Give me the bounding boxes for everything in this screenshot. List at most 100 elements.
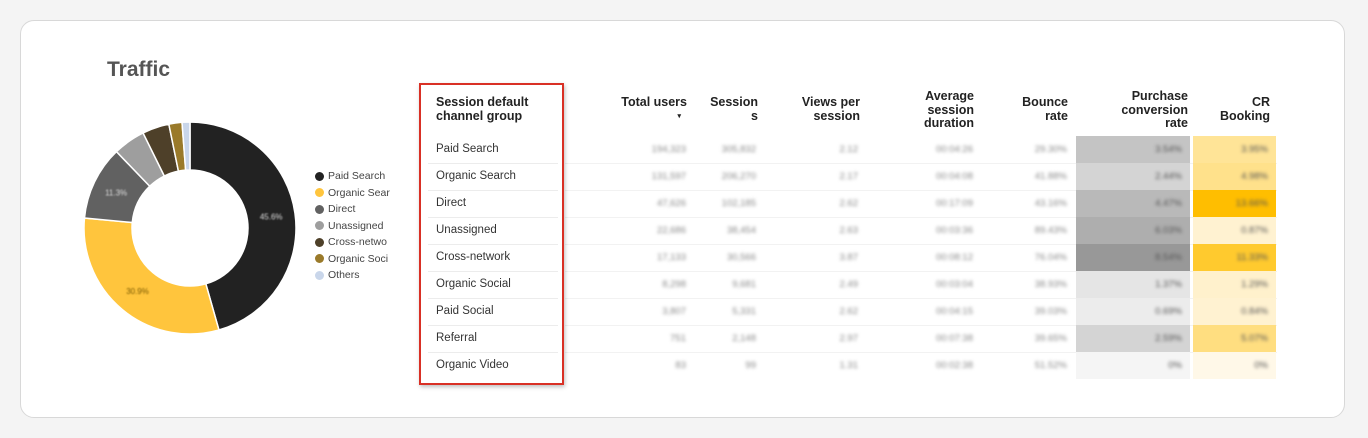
cell-cr-booking: 13.66% xyxy=(1193,190,1276,217)
cell-bounce-rate: 39.65% xyxy=(1034,333,1067,344)
cell-bounce-rate: 89.43% xyxy=(1034,225,1067,236)
cell-avg-duration: 00:04:15 xyxy=(936,306,973,317)
cell-sessions: 305,832 xyxy=(721,144,756,155)
row-channel-label[interactable]: Direct xyxy=(436,197,466,209)
cell-value: 0.69% xyxy=(1155,306,1182,317)
row-channel-label[interactable]: Organic Social xyxy=(436,278,511,290)
cell-bounce-rate: 51.52% xyxy=(1034,360,1067,371)
row-channel-label[interactable]: Unassigned xyxy=(436,224,497,236)
cell-purchase-conversion-rate: 3.54% xyxy=(1076,136,1190,163)
row-divider xyxy=(428,163,558,164)
row-divider xyxy=(428,217,558,218)
cell-avg-duration: 00:08:12 xyxy=(936,252,973,263)
cell-value: 5.07% xyxy=(1241,333,1268,344)
cell-value: 2.59% xyxy=(1155,333,1182,344)
cell-total-users: 83 xyxy=(675,360,686,371)
legend-item[interactable]: Direct xyxy=(315,201,395,218)
cell-cr-booking: 0.87% xyxy=(1193,217,1276,244)
cell-total-users: 751 xyxy=(670,333,686,344)
legend-item[interactable]: Unassigned xyxy=(315,218,395,235)
legend-swatch-icon xyxy=(315,171,324,181)
cell-sessions: 9,681 xyxy=(732,279,756,290)
cell-avg-duration: 00:03:04 xyxy=(936,279,973,290)
cell-value: 0.84% xyxy=(1241,306,1268,317)
legend-swatch-icon xyxy=(315,270,324,280)
row-channel-label[interactable]: Organic Video xyxy=(436,359,509,371)
cell-views-per-session: 2.49 xyxy=(839,279,859,290)
cell-value: 3.54% xyxy=(1155,144,1182,155)
cell-sessions: 38,454 xyxy=(726,225,756,236)
header-bounce-rate[interactable]: Bounce rate xyxy=(990,95,1068,123)
cell-bounce-rate: 38.93% xyxy=(1034,279,1067,290)
cell-bounce-rate: 76.04% xyxy=(1034,252,1067,263)
cell-views-per-session: 1.31 xyxy=(839,360,859,371)
row-divider xyxy=(428,352,558,353)
cell-purchase-conversion-rate: 8.54% xyxy=(1076,244,1190,271)
cell-purchase-conversion-rate: 2.59% xyxy=(1076,325,1190,352)
cell-bounce-rate: 39.03% xyxy=(1034,306,1067,317)
header-sessions[interactable]: Session s xyxy=(700,95,758,123)
cell-views-per-session: 2.12 xyxy=(839,144,859,155)
sort-desc-icon: ▾ xyxy=(677,112,681,120)
header-avg-session-duration[interactable]: Average session duration xyxy=(880,89,974,131)
cell-bounce-rate: 43.16% xyxy=(1034,198,1067,209)
donut-slice-label: 11.3% xyxy=(105,188,127,197)
cell-avg-duration: 00:04:26 xyxy=(936,144,973,155)
legend-swatch-icon xyxy=(315,254,324,264)
cell-avg-duration: 00:04:08 xyxy=(936,171,973,182)
header-views-per-session[interactable]: Views per session xyxy=(770,95,860,123)
cell-cr-booking: 5.07% xyxy=(1193,325,1276,352)
cell-value: 3.95% xyxy=(1241,144,1268,155)
cell-avg-duration: 00:17:09 xyxy=(936,198,973,209)
header-total-users[interactable]: Total users ▾ xyxy=(605,95,687,123)
legend-item[interactable]: Organic Soci xyxy=(315,251,395,268)
cell-views-per-session: 2.17 xyxy=(839,171,859,182)
legend-item[interactable]: Others xyxy=(315,267,395,284)
cell-avg-duration: 00:03:36 xyxy=(936,225,973,236)
cell-value: 0% xyxy=(1254,360,1268,371)
cell-purchase-conversion-rate: 6.03% xyxy=(1076,217,1190,244)
row-divider xyxy=(428,190,558,191)
row-channel-label[interactable]: Organic Search xyxy=(436,170,516,182)
cell-views-per-session: 2.62 xyxy=(839,306,859,317)
header-purchase-conversion-rate[interactable]: Purchase conversion rate xyxy=(1090,89,1188,131)
row-channel-label[interactable]: Paid Social xyxy=(436,305,494,317)
header-cr-booking[interactable]: CR Booking xyxy=(1200,95,1270,123)
cell-cr-booking: 4.98% xyxy=(1193,163,1276,190)
cell-value: 4.98% xyxy=(1241,171,1268,182)
header-channel-group[interactable]: Session default channel group xyxy=(436,95,528,123)
cell-cr-booking: 3.95% xyxy=(1193,136,1276,163)
cell-value: 13.66% xyxy=(1235,198,1268,209)
cell-sessions: 2,148 xyxy=(732,333,756,344)
cell-sessions: 5,331 xyxy=(732,306,756,317)
cell-views-per-session: 2.97 xyxy=(839,333,859,344)
cell-purchase-conversion-rate: 0% xyxy=(1076,352,1190,379)
legend-item[interactable]: Cross-netwo xyxy=(315,234,395,251)
cell-sessions: 206,270 xyxy=(721,171,756,182)
legend-item[interactable]: Paid Search xyxy=(315,168,395,185)
row-channel-label[interactable]: Cross-network xyxy=(436,251,510,263)
row-divider xyxy=(428,298,558,299)
cell-views-per-session: 2.62 xyxy=(839,198,859,209)
cell-value: 0% xyxy=(1168,360,1182,371)
legend-swatch-icon xyxy=(315,188,324,198)
cell-bounce-rate: 29.30% xyxy=(1034,144,1067,155)
traffic-donut-chart[interactable]: 45.6% 30.9% 11.3% xyxy=(80,118,300,338)
cell-total-users: 131,597 xyxy=(651,171,686,182)
donut-slice-organic-search[interactable] xyxy=(83,217,220,335)
row-channel-label[interactable]: Referral xyxy=(436,332,477,344)
row-channel-label[interactable]: Paid Search xyxy=(436,143,499,155)
row-divider xyxy=(428,325,558,326)
row-divider xyxy=(428,244,558,245)
row-divider xyxy=(428,271,558,272)
cell-total-users: 47,626 xyxy=(656,198,686,209)
cell-cr-booking: 0% xyxy=(1193,352,1276,379)
donut-slice-label: 45.6% xyxy=(260,213,283,222)
cell-total-users: 194,323 xyxy=(651,144,686,155)
cell-value: 1.29% xyxy=(1241,279,1268,290)
legend-item[interactable]: Organic Sear xyxy=(315,185,395,202)
cell-cr-booking: 11.33% xyxy=(1193,244,1276,271)
cell-avg-duration: 00:02:38 xyxy=(936,360,973,371)
cell-views-per-session: 3.87 xyxy=(839,252,859,263)
legend-swatch-icon xyxy=(315,237,324,247)
